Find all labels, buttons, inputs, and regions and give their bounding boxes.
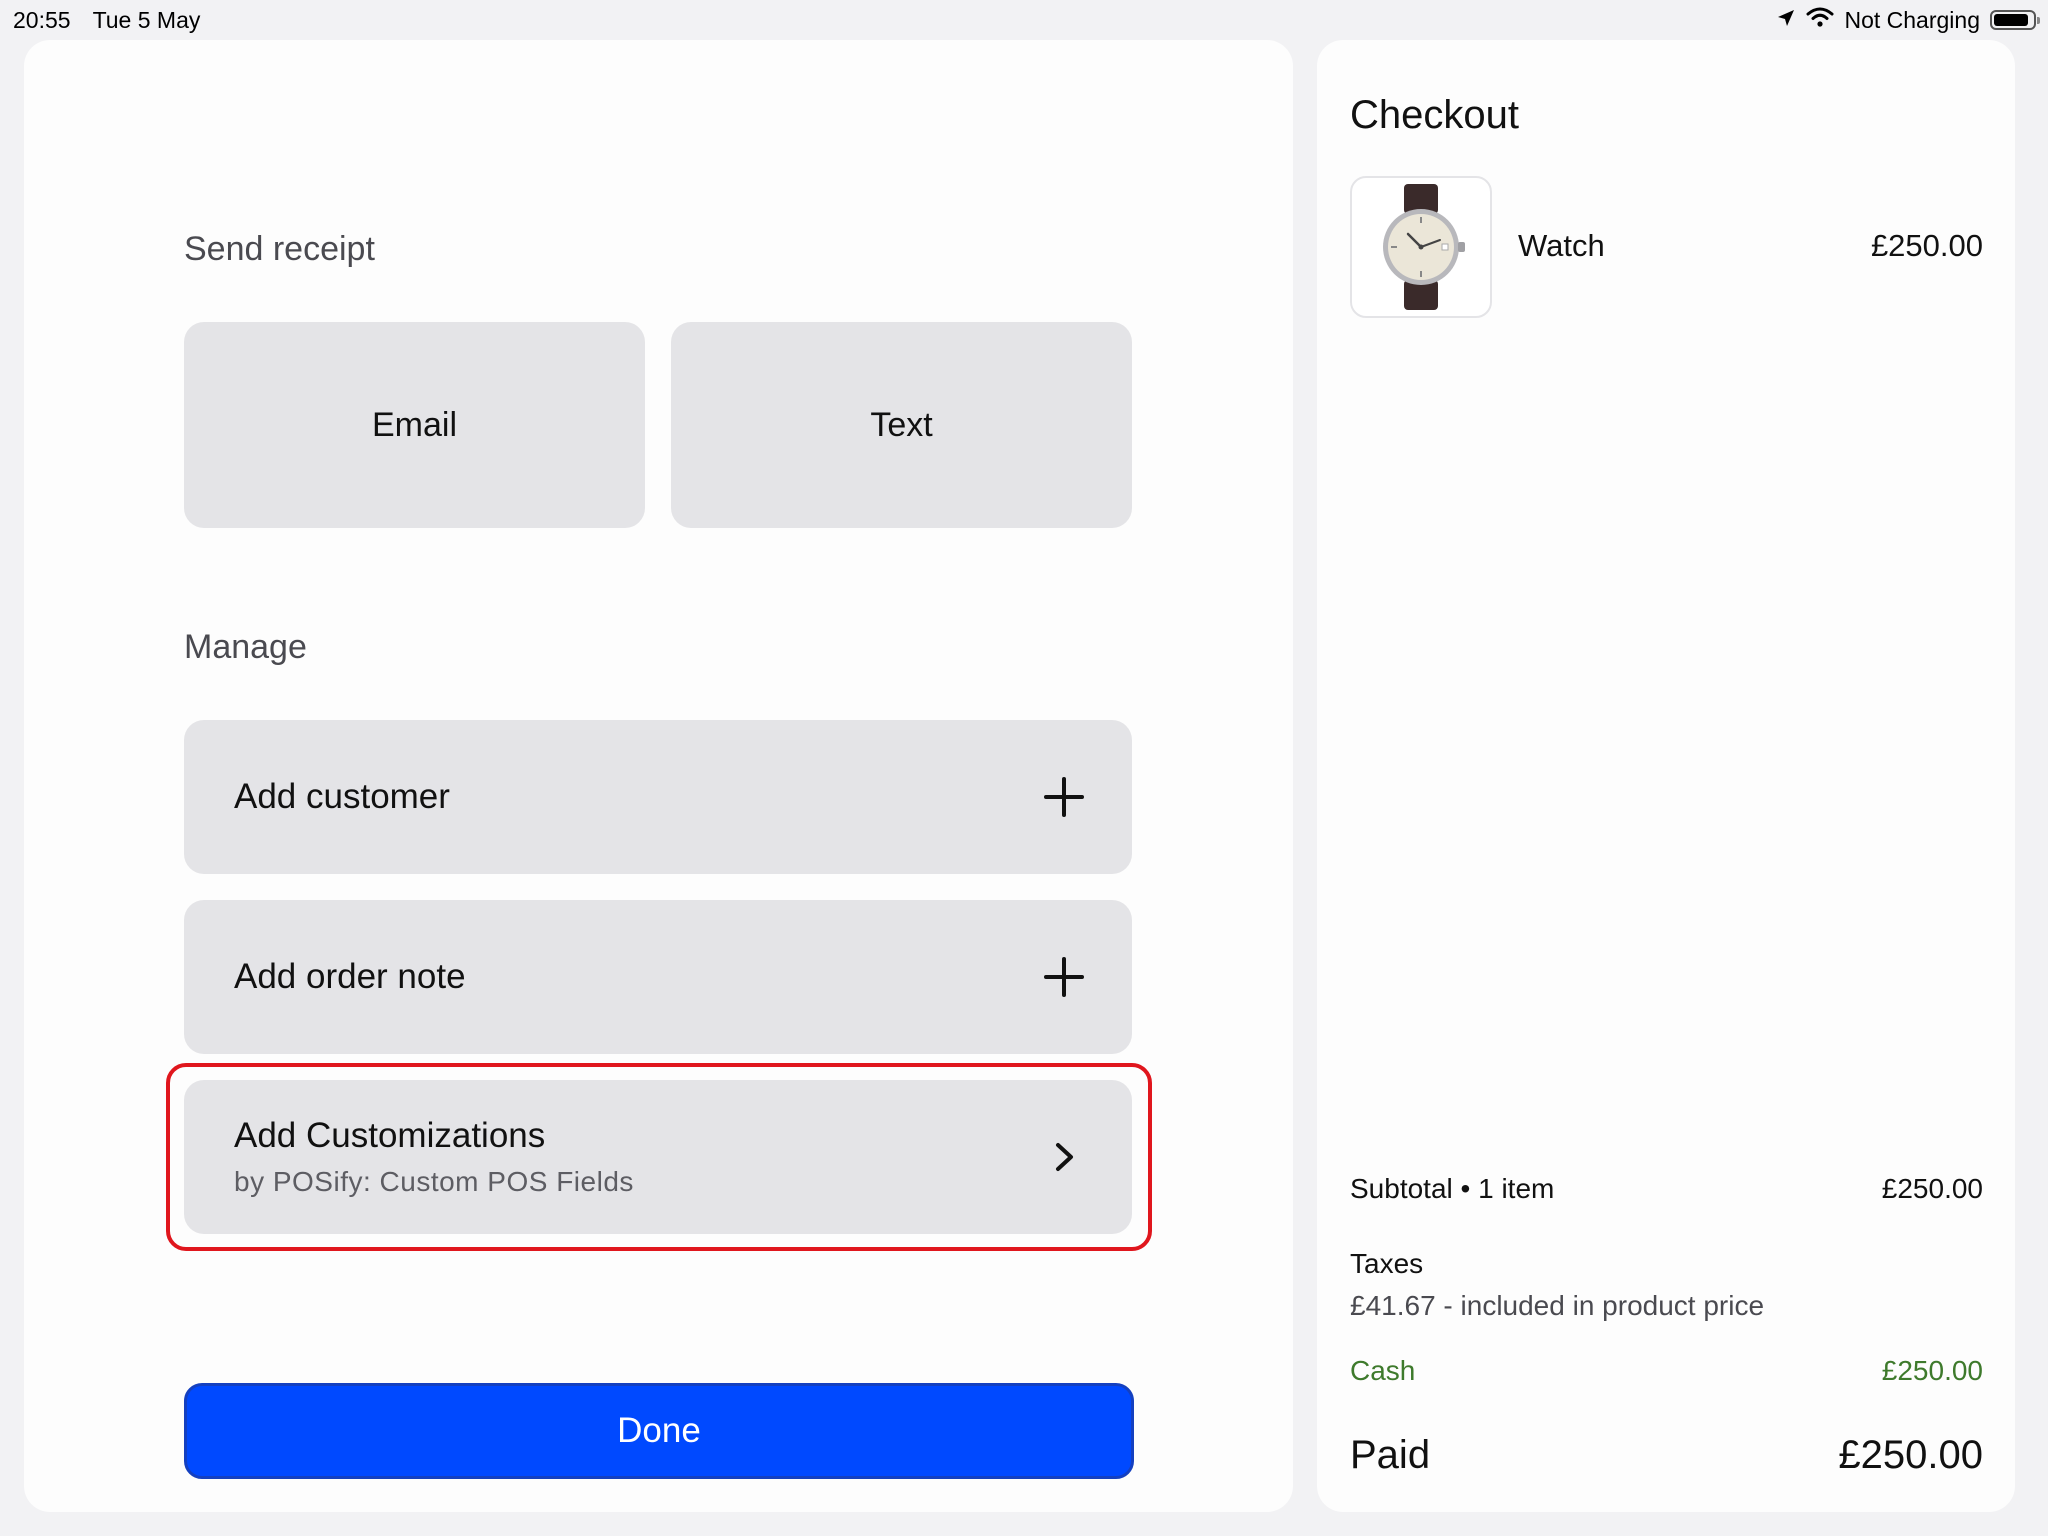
battery-icon <box>1990 10 2040 30</box>
cart-line-item[interactable]: Watch £250.00 <box>1350 176 1983 320</box>
receipt-panel: Send receipt Email Text Manage Add custo… <box>24 40 1293 1512</box>
plus-icon <box>1044 777 1084 817</box>
paid-label: Paid <box>1350 1433 1431 1477</box>
add-order-note-label: Add order note <box>234 957 466 996</box>
status-bar: 20:55 Tue 5 May Not Charging <box>0 0 2048 40</box>
text-receipt-button[interactable]: Text <box>671 322 1132 528</box>
email-receipt-button[interactable]: Email <box>184 322 645 528</box>
status-time: 20:55 <box>13 7 71 33</box>
highlight-outline <box>166 1063 1152 1251</box>
email-receipt-label: Email <box>371 405 458 444</box>
status-left: 20:55 Tue 5 May <box>13 7 200 34</box>
charging-status: Not Charging <box>1844 6 1980 33</box>
watch-image <box>1350 176 1492 318</box>
battery-level <box>1994 14 2029 26</box>
taxes-label: Taxes <box>1350 1248 1424 1279</box>
cash-row: Cash £250.00 <box>1350 1355 1983 1387</box>
item-name: Watch <box>1518 228 1605 263</box>
status-date: Tue 5 May <box>92 7 201 33</box>
item-price: £250.00 <box>1870 228 1983 263</box>
cash-label: Cash <box>1350 1355 1416 1386</box>
plus-icon <box>1044 957 1084 997</box>
checkout-title: Checkout <box>1350 93 1519 137</box>
wifi-icon <box>1806 6 1834 34</box>
subtotal-value: £250.00 <box>1881 1173 1983 1204</box>
subtotal-row: Subtotal • 1 item £250.00 <box>1350 1173 1983 1205</box>
done-button[interactable]: Done <box>184 1383 1134 1479</box>
paid-value: £250.00 <box>1838 1433 1983 1477</box>
subtotal-label: Subtotal • 1 item <box>1350 1173 1555 1204</box>
paid-row: Paid £250.00 <box>1350 1433 1983 1478</box>
taxes-detail: £41.67 - included in product price <box>1350 1290 1765 1321</box>
add-customer-label: Add customer <box>234 777 450 816</box>
manage-heading: Manage <box>184 628 307 666</box>
add-customer-button[interactable]: Add customer <box>184 720 1132 874</box>
location-icon <box>1776 7 1796 34</box>
done-label: Done <box>617 1411 701 1450</box>
text-receipt-label: Text <box>870 405 933 444</box>
checkout-panel: Checkout Watch £250.00 Subtotal • 1 item… <box>1317 40 2015 1512</box>
cash-value: £250.00 <box>1881 1355 1983 1386</box>
add-order-note-button[interactable]: Add order note <box>184 900 1132 1054</box>
send-receipt-heading: Send receipt <box>184 230 375 268</box>
status-right: Not Charging <box>1776 6 2040 34</box>
